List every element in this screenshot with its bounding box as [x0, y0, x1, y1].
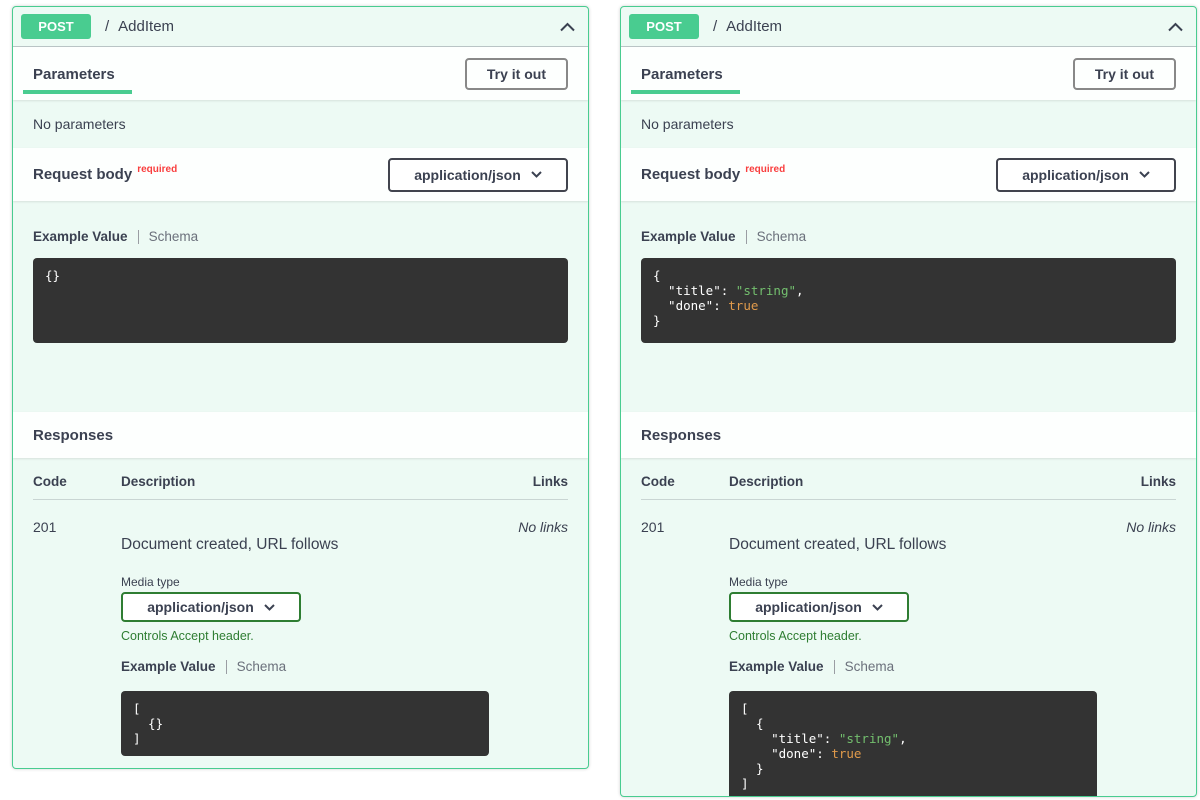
chevron-up-icon — [559, 22, 576, 32]
example-tabs: Example Value Schema — [729, 659, 1116, 674]
tab-example-value[interactable]: Example Value — [33, 229, 128, 244]
operation-path: / AddItem — [713, 18, 782, 35]
tab-schema[interactable]: Schema — [845, 659, 895, 674]
path-separator: / — [105, 18, 109, 35]
request-example-section: Example Value Schema { "title": "string"… — [621, 201, 1196, 412]
example-tabs: Example Value Schema — [33, 229, 568, 244]
chevron-up-icon — [1167, 22, 1184, 32]
example-tabs: Example Value Schema — [121, 659, 508, 674]
try-it-out-button[interactable]: Try it out — [1073, 58, 1176, 90]
path-separator: / — [713, 18, 717, 35]
tab-example-value[interactable]: Example Value — [729, 659, 824, 674]
chevron-down-icon — [531, 171, 542, 178]
tab-schema[interactable]: Schema — [237, 659, 287, 674]
operation-path: / AddItem — [105, 18, 174, 35]
responses-title: Responses — [641, 427, 721, 444]
method-badge: POST — [629, 14, 699, 39]
response-code: 201 — [33, 519, 121, 756]
request-body-header: Request body required application/json — [13, 148, 588, 201]
response-code: 201 — [641, 519, 729, 797]
request-content-type-select[interactable]: application/json — [388, 158, 568, 192]
response-links: No links — [508, 519, 568, 756]
response-description-cell: Document created, URL follows Media type… — [729, 519, 1116, 797]
no-parameters-text: No parameters — [13, 100, 588, 148]
tab-divider — [138, 230, 139, 244]
required-badge: required — [745, 164, 785, 175]
tab-example-value[interactable]: Example Value — [121, 659, 216, 674]
responses-table: Code Description Links 201 Document crea… — [13, 458, 588, 768]
media-type-select[interactable]: application/json — [121, 592, 301, 622]
tab-example-value[interactable]: Example Value — [641, 229, 736, 244]
tab-schema[interactable]: Schema — [149, 229, 199, 244]
method-badge: POST — [21, 14, 91, 39]
operation-panel-right: POST / AddItem Parameters Try it out No … — [620, 6, 1197, 797]
no-parameters-text: No parameters — [621, 100, 1196, 148]
accept-header-note: Controls Accept header. — [121, 629, 508, 643]
response-example-code: [ {}] — [121, 691, 489, 756]
col-code: Code — [33, 474, 121, 489]
response-row: 201 Document created, URL follows Media … — [641, 500, 1176, 797]
col-code: Code — [641, 474, 729, 489]
request-body-title: Request body — [641, 166, 740, 183]
responses-header: Responses — [13, 412, 588, 458]
col-links: Links — [508, 474, 568, 489]
response-description: Document created, URL follows — [121, 536, 508, 554]
tab-divider — [226, 660, 227, 674]
chevron-down-icon — [264, 604, 275, 611]
request-body-header: Request body required application/json — [621, 148, 1196, 201]
response-example-code: [ { "title": "string", "done": true }] — [729, 691, 1097, 797]
tab-parameters: Parameters — [23, 66, 132, 94]
response-row: 201 Document created, URL follows Media … — [33, 500, 568, 756]
responses-table-head: Code Description Links — [33, 474, 568, 500]
tab-divider — [834, 660, 835, 674]
request-body-title: Request body — [33, 166, 132, 183]
responses-header: Responses — [621, 412, 1196, 458]
request-content-type-value: application/json — [1022, 167, 1129, 183]
tab-parameters: Parameters — [631, 66, 740, 94]
operation-summary[interactable]: POST / AddItem — [13, 7, 588, 47]
path-name: AddItem — [118, 18, 174, 35]
path-name: AddItem — [726, 18, 782, 35]
media-type-label: Media type — [729, 575, 1116, 589]
col-description: Description — [121, 474, 508, 489]
parameters-header: Parameters Try it out — [621, 47, 1196, 100]
response-description: Document created, URL follows — [729, 536, 1116, 554]
operation-panel-left: POST / AddItem Parameters Try it out No … — [12, 6, 589, 769]
request-example-code: {} — [33, 258, 568, 343]
responses-title: Responses — [33, 427, 113, 444]
response-description-cell: Document created, URL follows Media type… — [121, 519, 508, 756]
media-type-value: application/json — [755, 599, 862, 615]
request-example-section: Example Value Schema {} — [13, 201, 588, 412]
media-type-label: Media type — [121, 575, 508, 589]
chevron-down-icon — [872, 604, 883, 611]
responses-table-head: Code Description Links — [641, 474, 1176, 500]
media-type-value: application/json — [147, 599, 254, 615]
operation-summary[interactable]: POST / AddItem — [621, 7, 1196, 47]
col-links: Links — [1116, 474, 1176, 489]
required-badge: required — [137, 164, 177, 175]
accept-header-note: Controls Accept header. — [729, 629, 1116, 643]
tab-divider — [746, 230, 747, 244]
media-type-select[interactable]: application/json — [729, 592, 909, 622]
col-description: Description — [729, 474, 1116, 489]
collapse-button[interactable] — [557, 18, 578, 36]
request-content-type-value: application/json — [414, 167, 521, 183]
try-it-out-button[interactable]: Try it out — [465, 58, 568, 90]
collapse-button[interactable] — [1165, 18, 1186, 36]
example-tabs: Example Value Schema — [641, 229, 1176, 244]
request-example-code: { "title": "string", "done": true} — [641, 258, 1176, 343]
response-links: No links — [1116, 519, 1176, 797]
parameters-header: Parameters Try it out — [13, 47, 588, 100]
request-content-type-select[interactable]: application/json — [996, 158, 1176, 192]
chevron-down-icon — [1139, 171, 1150, 178]
responses-table: Code Description Links 201 Document crea… — [621, 458, 1196, 797]
tab-schema[interactable]: Schema — [757, 229, 807, 244]
